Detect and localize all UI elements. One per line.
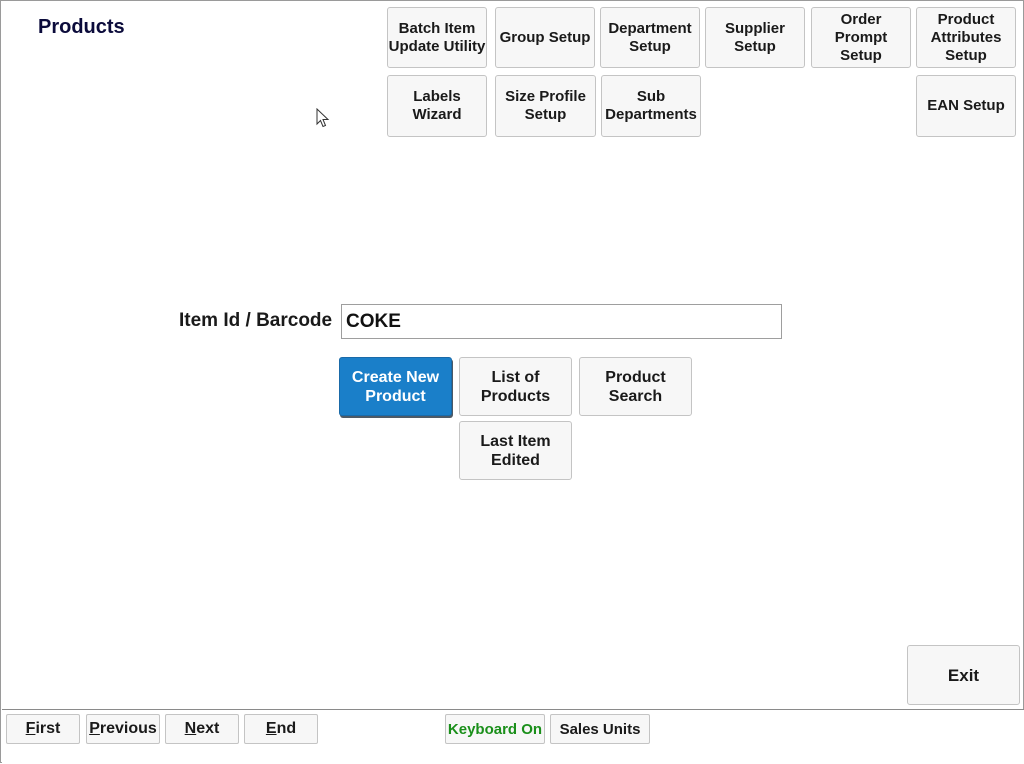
batch-item-update-utility-button[interactable]: Batch Item Update Utility [387,7,487,68]
end-button[interactable]: End [244,714,318,744]
bottom-nav-bar: First Previous Next End Keyboard On Sale… [2,709,1024,764]
supplier-setup-button[interactable]: Supplier Setup [705,7,805,68]
product-search-button[interactable]: Product Search [579,357,692,416]
previous-button[interactable]: Previous [86,714,160,744]
last-item-edited-button[interactable]: Last Item Edited [459,421,572,480]
item-id-barcode-label: Item Id / Barcode [179,310,333,331]
size-profile-setup-button[interactable]: Size Profile Setup [495,75,596,137]
app-window: Products Batch Item Update Utility Group… [0,0,1024,764]
labels-wizard-button[interactable]: Labels Wizard [387,75,487,137]
group-setup-button[interactable]: Group Setup [495,7,595,68]
order-prompt-setup-button[interactable]: Order Prompt Setup [811,7,911,68]
department-setup-button[interactable]: Department Setup [600,7,700,68]
ean-setup-button[interactable]: EAN Setup [916,75,1016,137]
page-title: Products [38,16,125,38]
keyboard-on-button[interactable]: Keyboard On [445,714,545,744]
exit-button[interactable]: Exit [907,645,1020,705]
sub-departments-button[interactable]: Sub Departments [601,75,701,137]
mouse-cursor-icon [316,108,330,128]
first-button[interactable]: First [6,714,80,744]
item-id-barcode-input[interactable] [341,304,782,339]
next-button[interactable]: Next [165,714,239,744]
list-of-products-button[interactable]: List of Products [459,357,572,416]
create-new-product-button[interactable]: Create New Product [339,357,452,416]
product-attributes-setup-button[interactable]: Product Attributes Setup [916,7,1016,68]
sales-units-button[interactable]: Sales Units [550,714,650,744]
